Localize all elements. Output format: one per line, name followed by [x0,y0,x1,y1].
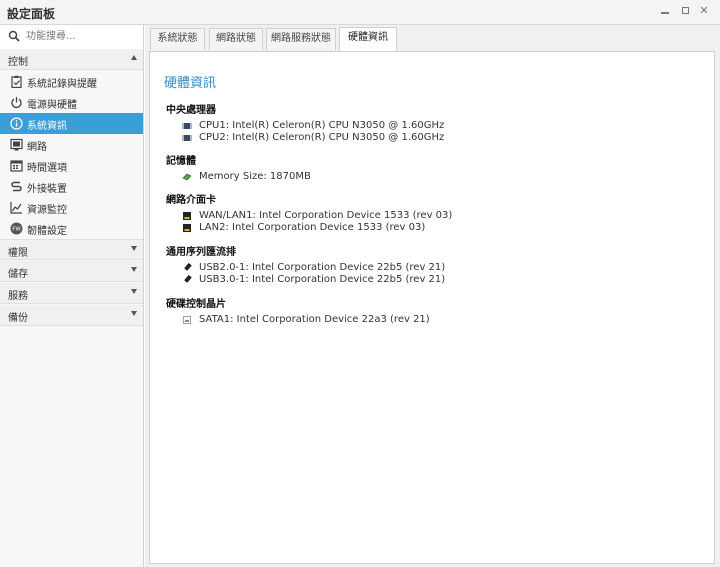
disk-controller-entry: SATA1: Intel Corporation Device 22a3 (re… [199,314,430,325]
ethernet-icon [183,212,191,220]
search-box [0,25,143,50]
usb-icon [184,275,192,283]
search-icon [8,30,20,42]
network-icon [10,138,23,151]
sidebar-item-power[interactable]: 電源與硬體 [0,92,143,113]
tab-hardware-info[interactable]: 硬體資訊 [339,27,397,51]
section-title-network-adapter: 網路介面卡 [166,195,216,206]
sidebar-item-label: 時間選項 [27,163,67,174]
sidebar-item-firmware[interactable]: FW 韌體設定 [0,218,143,239]
usb-entry: USB2.0-1: Intel Corporation Device 22b5 … [199,262,446,273]
ethernet-icon [183,224,191,232]
group-label: 控制 [8,57,28,68]
sidebar-item-network[interactable]: 網路 [0,134,143,155]
firmware-icon: FW [10,222,23,235]
sidebar-item-resource-monitor[interactable]: 資源監控 [0,197,143,218]
memory-entry: Memory Size: 1870MB [199,171,311,182]
network-adapter-entry: WAN/LAN1: Intel Corporation Device 1533 … [199,210,453,221]
group-backup[interactable]: 備份 [0,305,143,326]
title-bar: 設定面板 ✕ [0,0,720,25]
group-label: 備份 [8,313,28,324]
sidebar: 控制 系統記錄與提醒 電源與硬體 系統資訊 網路 [0,25,144,567]
expand-arrow-icon [131,267,137,272]
clipboard-check-icon [11,75,22,88]
usb-entry: USB3.0-1: Intel Corporation Device 22b5 … [199,274,446,285]
network-adapter-entry: LAN2: Intel Corporation Device 1533 (rev… [199,222,426,233]
search-input[interactable] [26,28,136,44]
usb-device-icon [11,181,22,192]
group-services[interactable]: 服務 [0,283,143,304]
close-icon: ✕ [699,4,709,17]
memory-icon [182,173,192,181]
sidebar-item-label: 資源監控 [27,205,67,216]
power-icon [11,97,22,109]
main-panel: 系統狀態 網路狀態 網路服務狀態 硬體資訊 硬體資訊 中央處理器 CPU1: I… [145,25,720,567]
section-title-disk-controller: 硬碟控制晶片 [166,299,226,310]
chart-icon [10,202,22,214]
sidebar-item-external-devices[interactable]: 外接裝置 [0,176,143,197]
cpu-entry: CPU2: Intel(R) Celeron(R) CPU N3050 @ 1.… [199,132,445,143]
tab-system-status[interactable]: 系統狀態 [150,28,205,50]
collapse-arrow-icon [131,55,137,60]
page-title: 硬體資訊 [164,76,217,91]
sidebar-item-system-info[interactable]: 系統資訊 [0,113,143,134]
sidebar-item-system-log[interactable]: 系統記錄與提醒 [0,71,143,92]
minimize-button[interactable] [658,4,672,18]
window-title: 設定面板 [7,7,56,21]
close-button[interactable]: ✕ [697,4,711,18]
group-label: 服務 [8,291,28,302]
sidebar-item-label: 韌體設定 [27,226,67,237]
maximize-button[interactable] [678,4,692,18]
minimize-icon [661,12,669,14]
group-control[interactable]: 控制 [0,49,143,70]
cpu-entry: CPU1: Intel(R) Celeron(R) CPU N3050 @ 1.… [199,120,445,131]
sidebar-item-time[interactable]: 時間選項 [0,155,143,176]
cpu-icon [182,135,192,141]
tab-network-service-status[interactable]: 網路服務狀態 [266,28,336,50]
group-label: 儲存 [8,269,28,280]
sidebar-item-label: 系統記錄與提醒 [27,79,97,90]
sidebar-item-label: 網路 [27,142,47,153]
maximize-icon [681,7,689,14]
tab-bar: 系統狀態 網路狀態 網路服務狀態 硬體資訊 [145,25,720,51]
calendar-icon [10,160,23,172]
sidebar-item-label: 電源與硬體 [27,100,77,111]
expand-arrow-icon [131,289,137,294]
sidebar-item-label: 系統資訊 [27,121,67,132]
info-icon [10,117,23,130]
group-label: 權限 [8,248,28,259]
cpu-icon [182,123,192,129]
tab-network-status[interactable]: 網路狀態 [209,28,263,50]
group-storage[interactable]: 儲存 [0,261,143,282]
content-panel: 硬體資訊 中央處理器 CPU1: Intel(R) Celeron(R) CPU… [149,51,715,564]
sidebar-item-label: 外接裝置 [27,184,67,195]
group-permission[interactable]: 權限 [0,239,143,260]
expand-arrow-icon [131,246,137,251]
svg-text:FW: FW [12,227,21,233]
section-title-usb: 通用序列匯流排 [166,247,236,258]
disk-controller-icon [183,316,191,324]
usb-icon [184,263,192,271]
section-title-cpu: 中央處理器 [166,105,216,116]
expand-arrow-icon [131,311,137,316]
section-title-memory: 記憶體 [166,156,196,167]
